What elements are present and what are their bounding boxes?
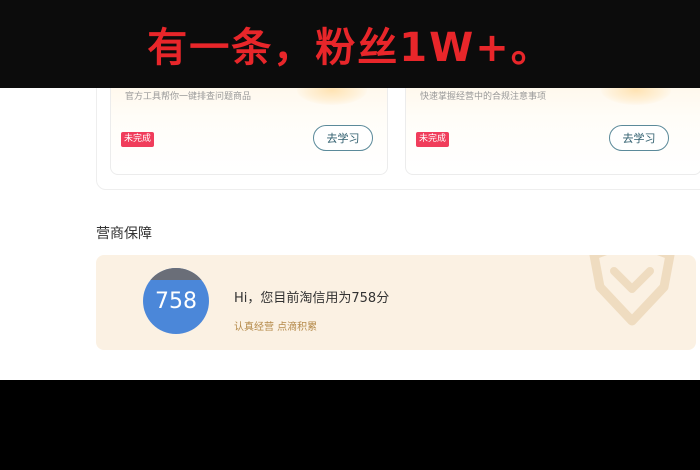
task-card[interactable]: 快速掌握经营中的合规注意事项 未完成 去学习 — [405, 88, 700, 175]
learn-button[interactable]: 去学习 — [609, 125, 669, 151]
bottom-black-bar — [0, 380, 700, 470]
status-badge: 未完成 — [416, 132, 450, 147]
credit-score-badge: 758 — [143, 268, 209, 334]
section-title: 营商保障 — [96, 226, 152, 242]
learn-button[interactable]: 去学习 — [313, 125, 373, 151]
credit-message: Hi，您目前淘信用为758分 — [234, 291, 390, 306]
task-card[interactable]: 官方工具帮你一键排查问题商品 未完成 去学习 — [110, 88, 388, 175]
credit-slogan: 认真经营 点滴积累 — [234, 322, 318, 333]
overlay-caption: 有一条，粉丝1W+。 — [147, 25, 553, 71]
shield-icon — [589, 255, 675, 326]
video-frame: 有一条，粉丝1W+。 官方工具帮你一键排查问题商品 未完成 去学习 快速掌握经营… — [0, 0, 700, 470]
task-description: 官方工具帮你一键排查问题商品 — [125, 92, 252, 102]
app-screen: 官方工具帮你一键排查问题商品 未完成 去学习 快速掌握经营中的合规注意事项 未完… — [0, 88, 700, 380]
status-badge: 未完成 — [121, 132, 155, 147]
card-decoration — [601, 88, 671, 105]
credit-card[interactable]: 758 Hi，您目前淘信用为758分 认真经营 点滴积累 — [96, 255, 696, 350]
credit-score: 758 — [155, 288, 197, 314]
card-decoration — [297, 88, 367, 105]
task-description: 快速掌握经营中的合规注意事项 — [420, 92, 547, 102]
